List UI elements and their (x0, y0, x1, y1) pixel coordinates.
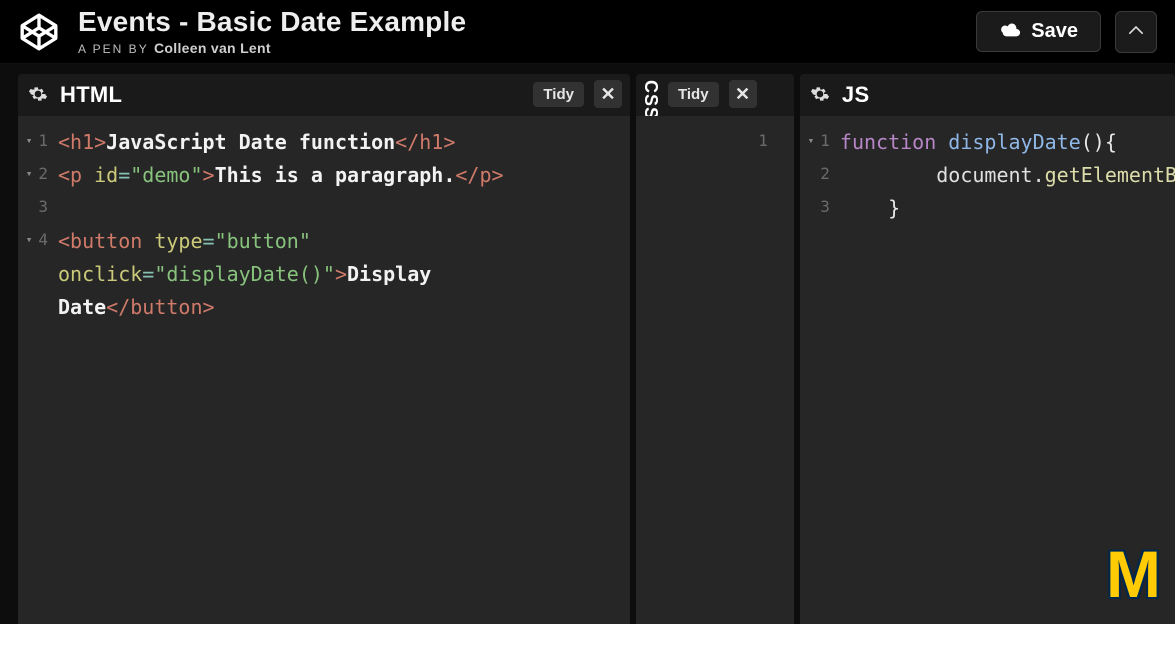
cloud-icon (999, 20, 1021, 43)
pen-byline: A PEN BY Colleen van Lent (78, 40, 976, 57)
fold-icon[interactable]: ▾ (26, 132, 33, 150)
html-pane-title: HTML (60, 82, 122, 108)
html-editor-pane: HTML Tidy ✕ ▾1 <h1>JavaScript Date funct… (18, 74, 630, 624)
html-tidy-button[interactable]: Tidy (533, 82, 584, 107)
fold-icon[interactable]: ▾ (26, 231, 33, 249)
html-pane-header: HTML Tidy ✕ (18, 74, 630, 116)
pen-title-block: Events - Basic Date Example A PEN BY Col… (78, 6, 976, 57)
fold-icon[interactable]: ▾ (808, 132, 815, 150)
fold-icon[interactable]: ▾ (26, 165, 33, 183)
js-pane-title: JS (842, 82, 870, 108)
pen-title: Events - Basic Date Example (78, 6, 976, 38)
chevron-icon (1126, 22, 1146, 42)
secondary-button[interactable] (1115, 11, 1157, 53)
css-tidy-button[interactable]: Tidy (668, 82, 719, 107)
codepen-logo-icon (18, 11, 60, 53)
save-button[interactable]: Save (976, 11, 1101, 52)
js-pane-header: JS (800, 74, 1175, 116)
gear-icon[interactable] (810, 84, 832, 106)
css-code-editor[interactable]: 1 (636, 116, 794, 624)
css-editor-pane: CSS Tidy ✕ 1 (636, 74, 794, 624)
html-close-button[interactable]: ✕ (594, 80, 622, 108)
save-button-label: Save (1031, 20, 1078, 43)
pen-author[interactable]: Colleen van Lent (154, 40, 271, 56)
byline-label: A PEN BY (78, 42, 149, 56)
michigan-logo-icon: M (1106, 536, 1155, 612)
top-bar: Events - Basic Date Example A PEN BY Col… (0, 0, 1175, 64)
html-code-editor[interactable]: ▾1 <h1>JavaScript Date function</h1> ▾2 … (18, 116, 630, 624)
css-pane-title: CSS (640, 80, 661, 120)
css-pane-header: CSS Tidy ✕ (636, 74, 794, 116)
css-close-button[interactable]: ✕ (729, 80, 757, 108)
preview-pane[interactable] (0, 624, 1175, 666)
editor-workspace: HTML Tidy ✕ ▾1 <h1>JavaScript Date funct… (0, 64, 1175, 624)
gear-icon[interactable] (28, 84, 50, 106)
